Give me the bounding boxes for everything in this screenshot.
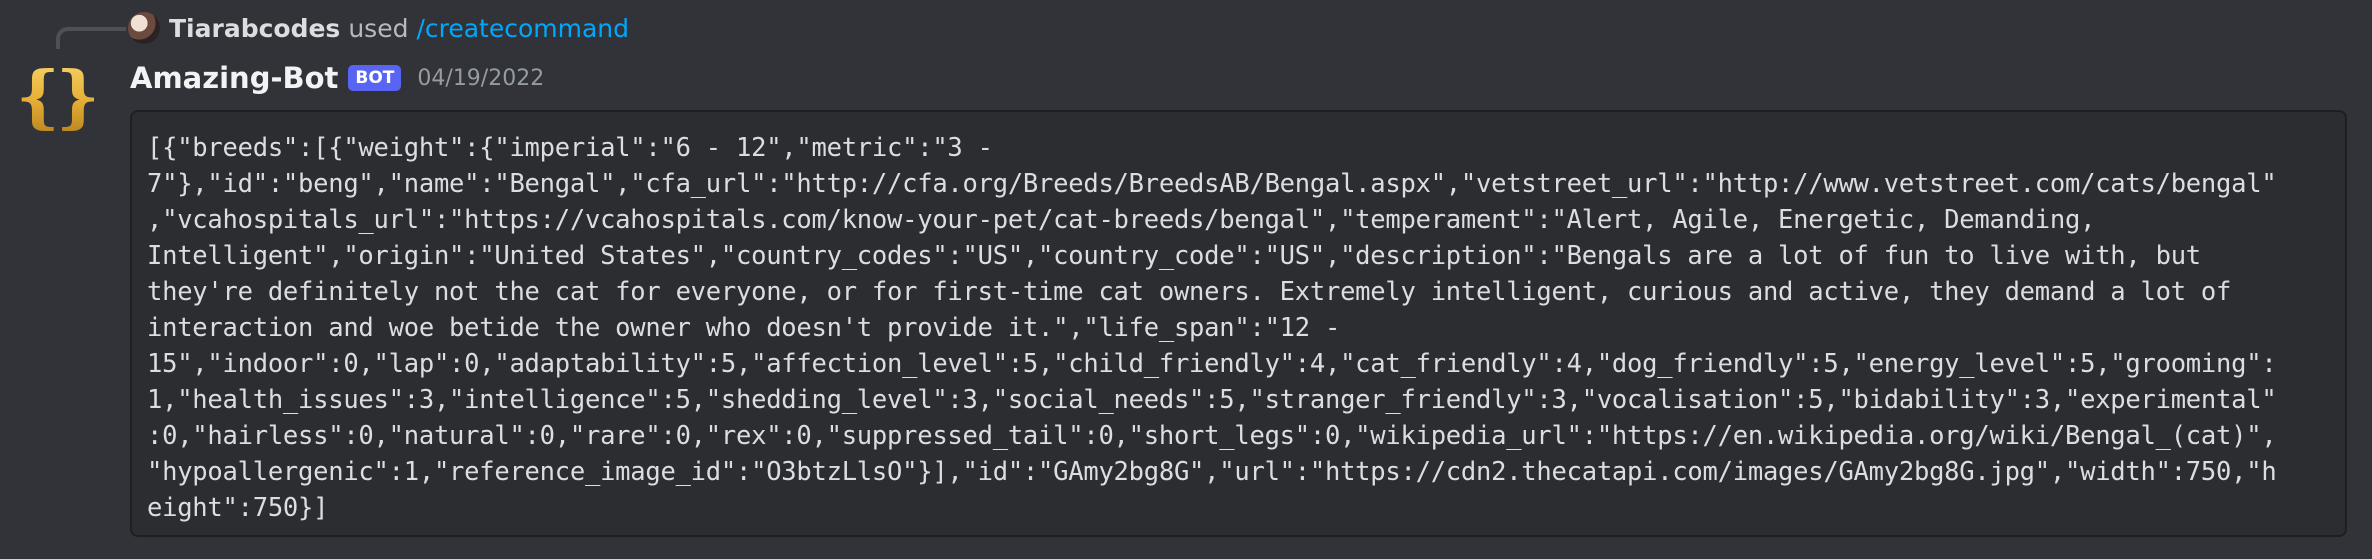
bot-badge: BOT xyxy=(348,65,402,91)
reply-user-avatar[interactable] xyxy=(128,12,160,44)
code-line: 1,"health_issues":3,"intelligence":5,"sh… xyxy=(147,385,2277,415)
code-line: [{"breeds":[{"weight":{"imperial":"6 - 1… xyxy=(147,133,993,163)
svg-text:{: { xyxy=(16,57,60,134)
message-timestamp[interactable]: 04/19/2022 xyxy=(417,66,544,91)
svg-text:}: } xyxy=(56,57,94,134)
code-line: eight":750}] xyxy=(147,493,329,523)
bot-avatar[interactable]: { } xyxy=(14,54,94,134)
code-line: interaction and woe betide the owner who… xyxy=(147,313,1341,343)
code-block[interactable]: [{"breeds":[{"weight":{"imperial":"6 - 1… xyxy=(130,110,2347,537)
code-line: "hypoallergenic":1,"reference_image_id":… xyxy=(147,457,2277,487)
reply-used-text: used xyxy=(348,13,409,43)
code-line: :0,"hairless":0,"natural":0,"rare":0,"re… xyxy=(147,421,2277,451)
curly-braces-icon: { } xyxy=(16,57,94,134)
reply-username[interactable]: Tiarabcodes xyxy=(169,14,340,43)
code-line: 15","indoor":0,"lap":0,"adaptability":5,… xyxy=(147,349,2277,379)
slash-command-link[interactable]: /createcommand xyxy=(416,14,629,43)
code-line: they're definitely not the cat for every… xyxy=(147,277,2232,307)
code-content: [{"breeds":[{"weight":{"imperial":"6 - 1… xyxy=(147,130,2331,526)
bot-message: Tiarabcodes used /createcommand { } Amaz… xyxy=(0,0,2372,559)
code-line: Intelligent","origin":"United States","c… xyxy=(147,241,2201,271)
reply-spine xyxy=(56,27,126,49)
code-line: 7"},"id":"beng","name":"Bengal","cfa_url… xyxy=(147,169,2277,199)
code-line: ,"vcahospitals_url":"https://vcahospital… xyxy=(147,205,2096,235)
message-header: Amazing-Bot BOT 04/19/2022 xyxy=(130,58,544,98)
bot-username[interactable]: Amazing-Bot xyxy=(130,61,338,95)
command-reply-header: Tiarabcodes used /createcommand xyxy=(128,10,629,46)
